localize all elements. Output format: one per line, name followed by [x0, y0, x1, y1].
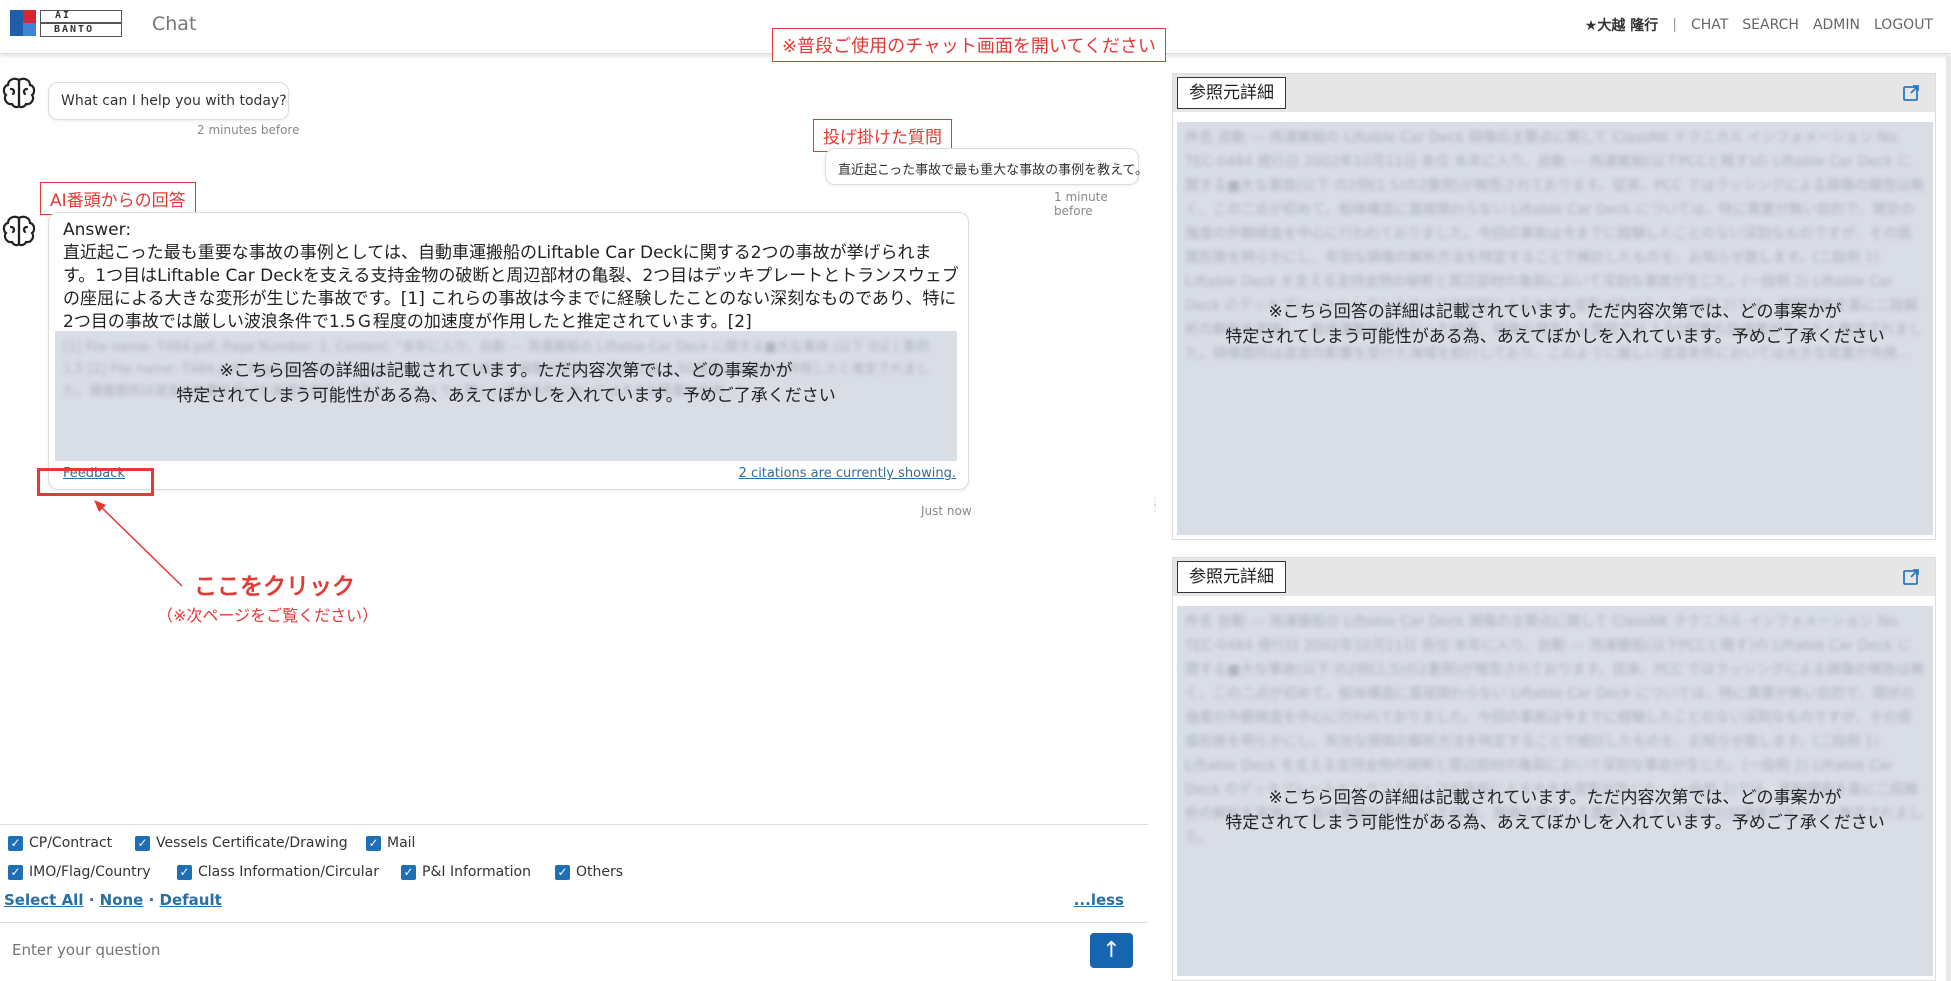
- filter-imo-flag-country[interactable]: ✓ IMO/Flag/Country: [8, 864, 151, 880]
- answer-timestamp: Just now: [921, 504, 972, 518]
- answer-text: 直近起こった最も重要な事故の事例としては、自動車運搬船のLiftable Car…: [63, 243, 959, 332]
- checkbox-checked-icon: ✓: [401, 864, 416, 880]
- question-timestamp: 1 minute before: [1054, 190, 1108, 218]
- checkbox-checked-icon: ✓: [177, 864, 192, 880]
- user-name: ★大越 隆行: [1584, 18, 1659, 34]
- panel-notice: ※こちら回答の詳細は記載されています。ただ内容次第では、どの事案かが 特定されて…: [1225, 788, 1885, 833]
- nav-separator: |: [1672, 17, 1677, 33]
- panel-title: 参照元詳細: [1177, 561, 1286, 593]
- filter-pi-information[interactable]: ✓ P&I Information: [401, 864, 531, 880]
- filter-mail[interactable]: ✓ Mail: [366, 835, 415, 851]
- panel-title: 参照元詳細: [1177, 77, 1286, 109]
- panel-blurred-body: 件名 自動 --- 用運搬船の Liftable Car Deck 損傷の主要点…: [1177, 606, 1933, 976]
- app-title: Chat: [152, 13, 197, 35]
- question-input[interactable]: [0, 929, 1080, 971]
- select-none-link[interactable]: None: [100, 891, 144, 909]
- greeting-timestamp: 2 minutes before: [197, 123, 300, 137]
- citations-box: [1] File name: T484.pdf, Page Number: 1,…: [55, 331, 957, 461]
- filter-others[interactable]: ✓ Others: [555, 864, 623, 880]
- checkbox-checked-icon: ✓: [8, 864, 23, 880]
- nav-chat-link[interactable]: CHAT: [1691, 17, 1728, 33]
- nav-admin-link[interactable]: ADMIN: [1813, 17, 1860, 33]
- citations-showing-link[interactable]: 2 citations are currently showing.: [739, 466, 956, 481]
- filter-quick-links: Select All · None · Default: [4, 891, 222, 909]
- greeting-bubble: What can I help you with today?: [48, 82, 289, 120]
- checkbox-checked-icon: ✓: [555, 864, 570, 880]
- filter-label: Class Information/Circular: [198, 864, 379, 880]
- question-input-area: ↑: [0, 922, 1148, 977]
- app-root: AI BANTO Chat ★大越 隆行 | CHAT SEARCH ADMIN…: [0, 0, 1951, 981]
- annotation-click-here: ここをクリック: [194, 574, 355, 600]
- answer-heading: Answer:: [63, 220, 132, 240]
- logo-square-lightblue: [23, 23, 36, 36]
- filter-vessels-certificate[interactable]: ✓ Vessels Certificate/Drawing: [135, 835, 348, 851]
- nav-logout-link[interactable]: LOGOUT: [1874, 17, 1933, 33]
- filter-label: Vessels Certificate/Drawing: [156, 835, 348, 851]
- link-dot: ·: [88, 891, 95, 909]
- filter-label: CP/Contract: [29, 835, 113, 851]
- open-external-icon[interactable]: [1901, 83, 1921, 103]
- question-bubble: 直近起こった事故で最も重大な事故の事例を教えて。: [825, 148, 1148, 185]
- filter-label: IMO/Flag/Country: [29, 864, 151, 880]
- panel-header: 参照元詳細: [1173, 74, 1935, 112]
- filter-cp-contract[interactable]: ✓ CP/Contract: [8, 835, 112, 851]
- annotation-answer: AI番頭からの回答: [40, 182, 196, 215]
- feedback-highlight-box: [37, 468, 154, 496]
- select-default-link[interactable]: Default: [160, 891, 222, 909]
- panel-notice: ※こちら回答の詳細は記載されています。ただ内容次第では、どの事案かが 特定されて…: [1225, 302, 1885, 347]
- citations-notice: ※こちら回答の詳細は記載されています。ただ内容次第では、どの事案かが 特定されて…: [176, 361, 836, 406]
- logo-box-top: [40, 10, 122, 23]
- select-all-link[interactable]: Select All: [4, 891, 83, 909]
- source-filters: ✓ CP/Contract ✓ Vessels Certificate/Drawin…: [0, 824, 1148, 918]
- top-nav: ★大越 隆行 | CHAT SEARCH ADMIN LOGOUT: [1585, 15, 1933, 35]
- filter-class-information[interactable]: ✓ Class Information/Circular: [177, 864, 379, 880]
- reference-panel-2: 参照元詳細 件名 自動 --- 用運搬船の Liftable Car Deck …: [1172, 557, 1936, 981]
- filter-label: Mail: [387, 835, 416, 851]
- logo-line2: BANTO: [54, 24, 95, 35]
- logo-square-blue-2: [10, 23, 23, 36]
- nav-search-link[interactable]: SEARCH: [1742, 17, 1799, 33]
- brain-icon-answer: [2, 215, 36, 247]
- logo-line1: AI: [55, 10, 72, 21]
- panel-blurred-body: 件名 自動 --- 用運搬船の Liftable Car Deck 損傷の主要点…: [1177, 122, 1933, 535]
- logo-square-red: [23, 10, 36, 23]
- checkbox-checked-icon: ✓: [135, 835, 150, 851]
- ai-banto-logo[interactable]: AI BANTO: [10, 10, 122, 38]
- filter-label: Others: [576, 864, 624, 880]
- chat-area: What can I help you with today? 2 minute…: [0, 56, 1148, 821]
- logo-square-blue: [10, 10, 23, 23]
- annotation-see-next: （※次ページをご覧ください）: [157, 606, 379, 625]
- less-toggle-link[interactable]: ...less: [1074, 891, 1124, 909]
- brain-icon: [2, 77, 36, 109]
- open-external-icon[interactable]: [1901, 567, 1921, 587]
- right-scrollbar[interactable]: [1946, 56, 1951, 981]
- reference-panel-1: 参照元詳細 件名 自動 --- 用運搬船の Liftable Car Deck …: [1172, 73, 1936, 540]
- send-button[interactable]: ↑: [1090, 933, 1133, 968]
- checkbox-checked-icon: ✓: [366, 835, 381, 851]
- answer-card: Answer: 直近起こった最も重要な事故の事例としては、自動車運搬船のLift…: [48, 212, 969, 490]
- link-dot: ·: [148, 891, 155, 909]
- checkbox-checked-icon: ✓: [8, 835, 23, 851]
- panel-header: 参照元詳細: [1173, 558, 1935, 596]
- arrow-to-feedback-icon: [94, 500, 183, 587]
- filter-label: P&I Information: [422, 864, 531, 880]
- split-resize-handle[interactable]: ⋮ ⋮: [1150, 498, 1160, 540]
